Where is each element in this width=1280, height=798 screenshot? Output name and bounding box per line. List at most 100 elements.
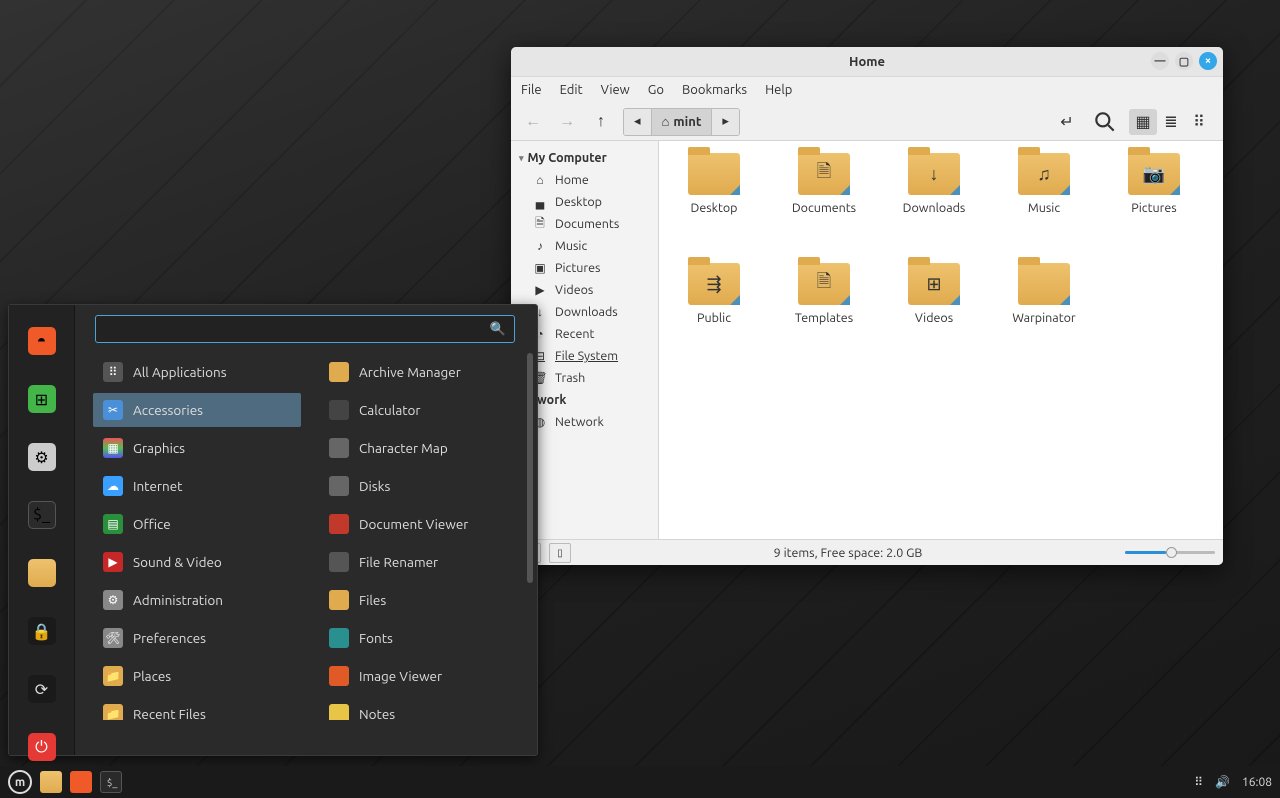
folder-label: Public xyxy=(697,311,731,325)
sidebar-item-documents[interactable]: 🗎Documents xyxy=(511,213,658,235)
app-icon xyxy=(329,628,349,648)
network-tray-icon[interactable]: ⠿ xyxy=(1194,775,1203,789)
folder-warpinator[interactable]: Warpinator xyxy=(989,263,1099,373)
app-disks[interactable]: Disks xyxy=(319,469,527,503)
category-sound-video[interactable]: ▶Sound & Video xyxy=(93,545,301,579)
folder-music[interactable]: ♫Music xyxy=(989,153,1099,263)
favorite-terminal[interactable]: $_ xyxy=(28,501,56,529)
category-all-applications[interactable]: ⠿All Applications xyxy=(93,355,301,389)
category-label: Administration xyxy=(133,592,223,608)
menu-search[interactable]: 🔍 xyxy=(95,315,515,343)
folder-label: Pictures xyxy=(1131,201,1176,215)
menu-file[interactable]: File xyxy=(521,83,542,97)
app-archive-manager[interactable]: Archive Manager xyxy=(319,355,527,389)
favorite-files[interactable] xyxy=(28,559,56,587)
category-internet[interactable]: ☁Internet xyxy=(93,469,301,503)
folder-icon: 📷 xyxy=(1128,153,1180,195)
start-button[interactable]: m xyxy=(8,770,32,794)
sidebar-item-videos[interactable]: ▶Videos xyxy=(511,279,658,301)
window-titlebar[interactable]: Home — ▢ × xyxy=(511,47,1223,77)
folder-desktop[interactable]: Desktop xyxy=(659,153,769,263)
app-image-viewer[interactable]: Image Viewer xyxy=(319,659,527,693)
favorite-firefox[interactable]: ◓ xyxy=(28,327,56,355)
apps-column: Archive Manager Calculator Character Map Di… xyxy=(319,355,527,720)
nav-up-button[interactable]: ↑ xyxy=(589,110,613,134)
close-button[interactable]: × xyxy=(1199,52,1217,70)
path-next-button[interactable]: ▸ xyxy=(712,109,739,135)
favorite-system-settings[interactable]: ⚙ xyxy=(28,443,56,471)
maximize-button[interactable]: ▢ xyxy=(1175,52,1193,70)
app-file-renamer[interactable]: File Renamer xyxy=(319,545,527,579)
app-files[interactable]: Files xyxy=(319,583,527,617)
place-icon: ⌂ xyxy=(533,173,547,187)
app-character-map[interactable]: Character Map xyxy=(319,431,527,465)
folder-pictures[interactable]: 📷 Pictures xyxy=(1099,153,1209,263)
app-notes[interactable]: Notes xyxy=(319,697,527,720)
category-places[interactable]: 📁Places xyxy=(93,659,301,693)
folder-videos[interactable]: ⊞Videos xyxy=(879,263,989,373)
path-segment-home[interactable]: ⌂ mint xyxy=(652,109,713,135)
view-switcher: ▦ ≣ ⠿ xyxy=(1129,109,1213,135)
folder-icon xyxy=(688,153,740,195)
sidebar-header-computer[interactable]: ▾ My Computer xyxy=(511,147,658,169)
category-preferences[interactable]: 🛠Preferences xyxy=(93,621,301,655)
category-icon: ✂ xyxy=(103,400,123,420)
volume-tray-icon[interactable]: 🔊 xyxy=(1215,775,1230,789)
sidebar-item-desktop[interactable]: ▄Desktop xyxy=(511,191,658,213)
app-icon xyxy=(329,590,349,610)
sidebar-item-music[interactable]: ♪Music xyxy=(511,235,658,257)
category-label: Internet xyxy=(133,478,182,494)
app-label: Document Viewer xyxy=(359,516,468,532)
search-button[interactable] xyxy=(1091,109,1119,135)
category-icon: ⚙ xyxy=(103,590,123,610)
toggle-location-button[interactable]: ↵ xyxy=(1053,109,1081,135)
app-document-viewer[interactable]: Document Viewer xyxy=(319,507,527,541)
category-label: Recent Files xyxy=(133,706,206,720)
menu-help[interactable]: Help xyxy=(765,83,792,97)
menu-go[interactable]: Go xyxy=(648,83,664,97)
favorite-software-manager[interactable]: ⊞ xyxy=(28,385,56,413)
app-calculator[interactable]: Calculator xyxy=(319,393,527,427)
favorite-power[interactable]: ⏻ xyxy=(28,733,56,761)
folder-view[interactable]: Desktop🗎Documents↓Downloads♫Music 📷 Pictur… xyxy=(659,141,1223,539)
taskbar-files[interactable] xyxy=(40,771,62,793)
category-label: All Applications xyxy=(133,364,227,380)
app-label: Disks xyxy=(359,478,390,494)
menu-view[interactable]: View xyxy=(601,83,630,97)
view-compact-button[interactable]: ⠿ xyxy=(1185,109,1213,135)
taskbar-firefox[interactable] xyxy=(70,771,92,793)
folder-downloads[interactable]: ↓Downloads xyxy=(879,153,989,263)
categories-column: ⠿All Applications ✂Accessories ▦Graphics ☁I… xyxy=(93,355,301,720)
chevron-down-icon: ▾ xyxy=(519,153,524,164)
sidebar-item-pictures[interactable]: ▣Pictures xyxy=(511,257,658,279)
category-accessories[interactable]: ✂Accessories xyxy=(93,393,301,427)
zoom-slider[interactable] xyxy=(1125,550,1215,556)
desktop: Home — ▢ × File Edit View Go Bookmarks H… xyxy=(0,0,1280,798)
nav-forward-button: → xyxy=(555,110,579,134)
clock[interactable]: 16:08 xyxy=(1242,776,1272,789)
folder-documents[interactable]: 🗎Documents xyxy=(769,153,879,263)
taskbar-terminal[interactable]: $_ xyxy=(100,771,122,793)
search-input[interactable] xyxy=(104,322,490,336)
view-list-button[interactable]: ≣ xyxy=(1157,109,1185,135)
folder-public[interactable]: ⇶Public xyxy=(659,263,769,373)
category-icon: ▤ xyxy=(103,514,123,534)
category-recent-files[interactable]: 📁Recent Files xyxy=(93,697,301,720)
folder-templates[interactable]: 🗎Templates xyxy=(769,263,879,373)
favorite-lock[interactable]: 🔒 xyxy=(28,617,56,645)
favorite-logout[interactable]: ⟳ xyxy=(28,675,56,703)
apps-scrollbar[interactable] xyxy=(527,353,533,583)
menu-bookmarks[interactable]: Bookmarks xyxy=(682,83,747,97)
category-icon: 🛠 xyxy=(103,628,123,648)
category-graphics[interactable]: ▦Graphics xyxy=(93,431,301,465)
menu-edit[interactable]: Edit xyxy=(560,83,583,97)
sidebar-item-home[interactable]: ⌂Home xyxy=(511,169,658,191)
app-fonts[interactable]: Fonts xyxy=(319,621,527,655)
category-office[interactable]: ▤Office xyxy=(93,507,301,541)
category-administration[interactable]: ⚙ Administration xyxy=(93,583,301,617)
view-icons-button[interactable]: ▦ xyxy=(1129,109,1157,135)
dual-pane-button[interactable]: ▯ xyxy=(549,543,571,563)
app-label: Notes xyxy=(359,706,395,720)
minimize-button[interactable]: — xyxy=(1151,52,1169,70)
path-prev-button[interactable]: ◂ xyxy=(624,109,652,135)
